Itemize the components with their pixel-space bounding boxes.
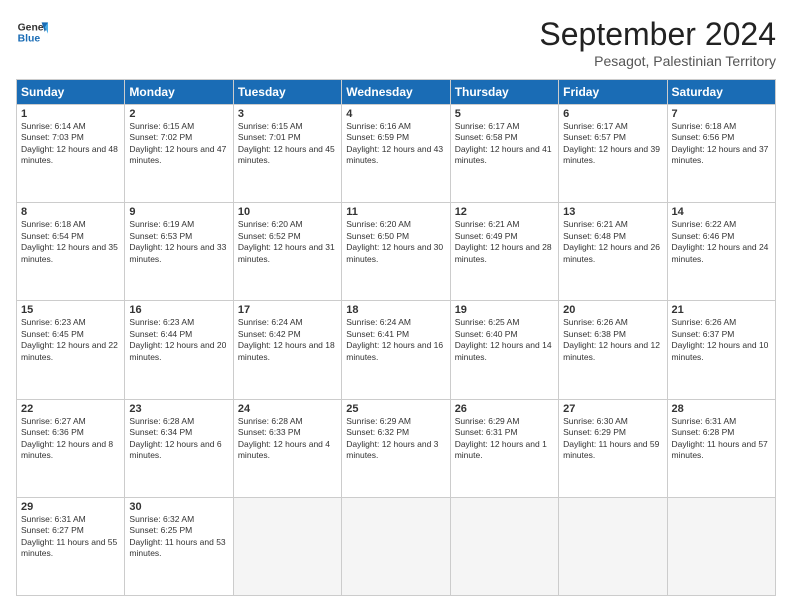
table-row: 27Sunrise: 6:30 AMSunset: 6:29 PMDayligh…	[559, 399, 667, 497]
table-row: 6Sunrise: 6:17 AMSunset: 6:57 PMDaylight…	[559, 105, 667, 203]
col-friday: Friday	[559, 80, 667, 105]
table-row	[667, 497, 775, 595]
table-row: 18Sunrise: 6:24 AMSunset: 6:41 PMDayligh…	[342, 301, 450, 399]
table-row: 20Sunrise: 6:26 AMSunset: 6:38 PMDayligh…	[559, 301, 667, 399]
table-row: 9Sunrise: 6:19 AMSunset: 6:53 PMDaylight…	[125, 203, 233, 301]
table-row	[233, 497, 341, 595]
table-row: 22Sunrise: 6:27 AMSunset: 6:36 PMDayligh…	[17, 399, 125, 497]
table-row: 28Sunrise: 6:31 AMSunset: 6:28 PMDayligh…	[667, 399, 775, 497]
col-wednesday: Wednesday	[342, 80, 450, 105]
table-row: 12Sunrise: 6:21 AMSunset: 6:49 PMDayligh…	[450, 203, 558, 301]
table-row: 26Sunrise: 6:29 AMSunset: 6:31 PMDayligh…	[450, 399, 558, 497]
svg-text:Blue: Blue	[18, 34, 41, 45]
table-row: 3Sunrise: 6:15 AMSunset: 7:01 PMDaylight…	[233, 105, 341, 203]
page: General Blue September 2024 Pesagot, Pal…	[0, 0, 792, 612]
table-row: 14Sunrise: 6:22 AMSunset: 6:46 PMDayligh…	[667, 203, 775, 301]
logo: General Blue	[16, 16, 48, 48]
col-monday: Monday	[125, 80, 233, 105]
table-row	[342, 497, 450, 595]
table-row: 25Sunrise: 6:29 AMSunset: 6:32 PMDayligh…	[342, 399, 450, 497]
col-thursday: Thursday	[450, 80, 558, 105]
table-row	[450, 497, 558, 595]
logo-icon: General Blue	[16, 16, 48, 48]
table-row: 17Sunrise: 6:24 AMSunset: 6:42 PMDayligh…	[233, 301, 341, 399]
table-row: 8Sunrise: 6:18 AMSunset: 6:54 PMDaylight…	[17, 203, 125, 301]
table-row: 7Sunrise: 6:18 AMSunset: 6:56 PMDaylight…	[667, 105, 775, 203]
table-row: 4Sunrise: 6:16 AMSunset: 6:59 PMDaylight…	[342, 105, 450, 203]
table-row: 2Sunrise: 6:15 AMSunset: 7:02 PMDaylight…	[125, 105, 233, 203]
calendar-table: Sunday Monday Tuesday Wednesday Thursday…	[16, 79, 776, 596]
table-row: 21Sunrise: 6:26 AMSunset: 6:37 PMDayligh…	[667, 301, 775, 399]
table-row: 16Sunrise: 6:23 AMSunset: 6:44 PMDayligh…	[125, 301, 233, 399]
title-block: September 2024 Pesagot, Palestinian Terr…	[539, 16, 776, 69]
table-row: 1Sunrise: 6:14 AMSunset: 7:03 PMDaylight…	[17, 105, 125, 203]
col-sunday: Sunday	[17, 80, 125, 105]
col-tuesday: Tuesday	[233, 80, 341, 105]
table-row: 30Sunrise: 6:32 AMSunset: 6:25 PMDayligh…	[125, 497, 233, 595]
col-saturday: Saturday	[667, 80, 775, 105]
table-row: 29Sunrise: 6:31 AMSunset: 6:27 PMDayligh…	[17, 497, 125, 595]
table-row: 5Sunrise: 6:17 AMSunset: 6:58 PMDaylight…	[450, 105, 558, 203]
table-row	[559, 497, 667, 595]
location: Pesagot, Palestinian Territory	[539, 53, 776, 69]
table-row: 11Sunrise: 6:20 AMSunset: 6:50 PMDayligh…	[342, 203, 450, 301]
header: General Blue September 2024 Pesagot, Pal…	[16, 16, 776, 69]
table-row: 15Sunrise: 6:23 AMSunset: 6:45 PMDayligh…	[17, 301, 125, 399]
table-row: 19Sunrise: 6:25 AMSunset: 6:40 PMDayligh…	[450, 301, 558, 399]
month-title: September 2024	[539, 16, 776, 53]
table-row: 10Sunrise: 6:20 AMSunset: 6:52 PMDayligh…	[233, 203, 341, 301]
table-row: 23Sunrise: 6:28 AMSunset: 6:34 PMDayligh…	[125, 399, 233, 497]
table-row: 24Sunrise: 6:28 AMSunset: 6:33 PMDayligh…	[233, 399, 341, 497]
table-row: 13Sunrise: 6:21 AMSunset: 6:48 PMDayligh…	[559, 203, 667, 301]
